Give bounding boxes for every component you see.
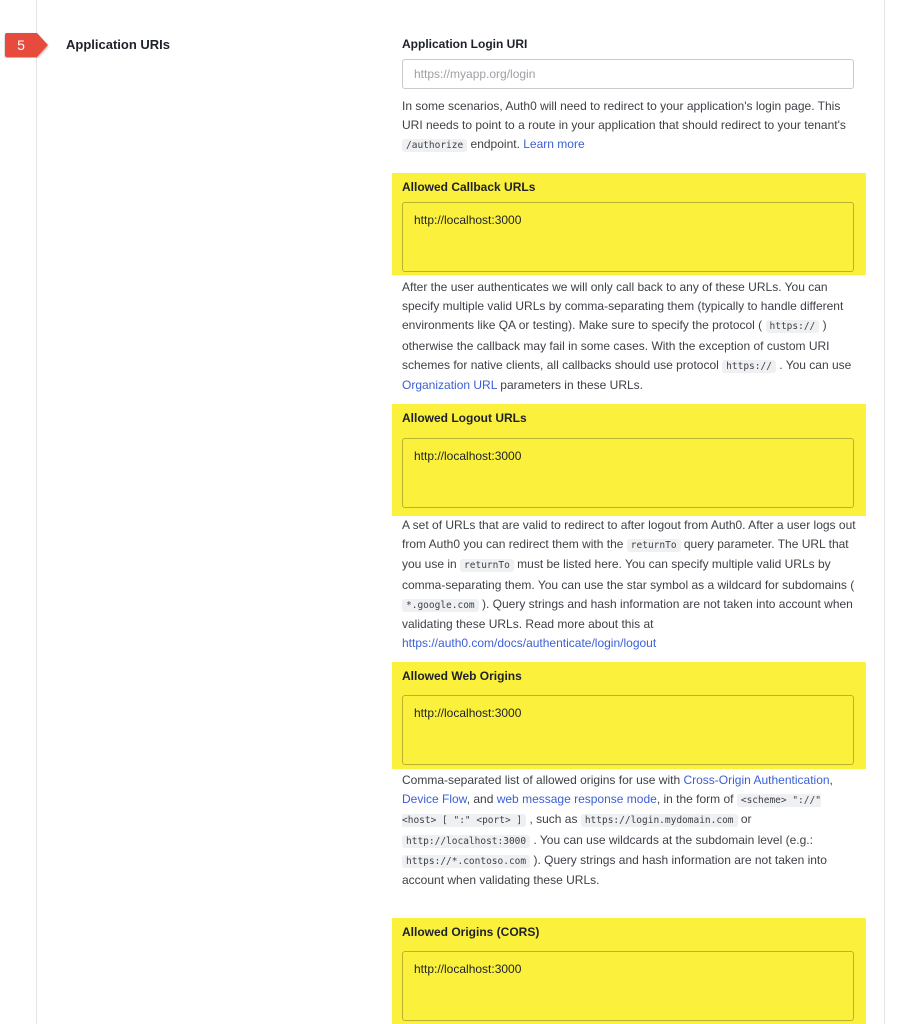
logout-urls-group: Allowed Logout URLs http://localhost:300… [392, 404, 866, 516]
web-message-response-mode-link[interactable]: web message response mode [497, 792, 657, 806]
section-title: Application URIs [66, 37, 171, 52]
cors-origins-textarea[interactable]: http://localhost:3000 [402, 951, 854, 1021]
callback-urls-group: Allowed Callback URLs http://localhost:3… [392, 173, 866, 275]
cors-origins-label: Allowed Origins (CORS) [402, 925, 540, 939]
logout-urls-help: A set of URLs that are valid to redirect… [402, 518, 856, 651]
login-uri-group: Application Login URI https://myapp.org/… [392, 34, 866, 156]
right-border [884, 0, 885, 1024]
left-border [36, 0, 37, 1024]
login-uri-label: Application Login URI [402, 37, 528, 51]
cors-origins-group: Allowed Origins (CORS) http://localhost:… [392, 918, 866, 1024]
logout-urls-label: Allowed Logout URLs [402, 411, 527, 425]
step-number: 5 [17, 37, 25, 53]
web-origins-label: Allowed Web Origins [402, 669, 522, 683]
cross-origin-authentication-link[interactable]: Cross-Origin Authentication [683, 773, 829, 787]
callback-urls-help: After the user authenticates we will onl… [402, 280, 852, 393]
web-origins-textarea[interactable]: http://localhost:3000 [402, 695, 854, 765]
login-uri-help: In some scenarios, Auth0 will need to re… [402, 99, 846, 153]
callback-urls-label: Allowed Callback URLs [402, 180, 536, 194]
logout-urls-textarea[interactable]: http://localhost:3000 [402, 438, 854, 508]
step-badge: 5 [4, 32, 50, 58]
callback-urls-textarea[interactable]: http://localhost:3000 [402, 202, 854, 272]
web-origins-help: Comma-separated list of allowed origins … [402, 773, 833, 888]
device-flow-link[interactable]: Device Flow [402, 792, 467, 806]
login-uri-input[interactable]: https://myapp.org/login [402, 59, 854, 89]
web-origins-group: Allowed Web Origins http://localhost:300… [392, 662, 866, 769]
logout-docs-link[interactable]: https://auth0.com/docs/authenticate/logi… [402, 636, 656, 650]
organization-url-link[interactable]: Organization URL [402, 378, 497, 392]
learn-more-link[interactable]: Learn more [523, 137, 584, 151]
